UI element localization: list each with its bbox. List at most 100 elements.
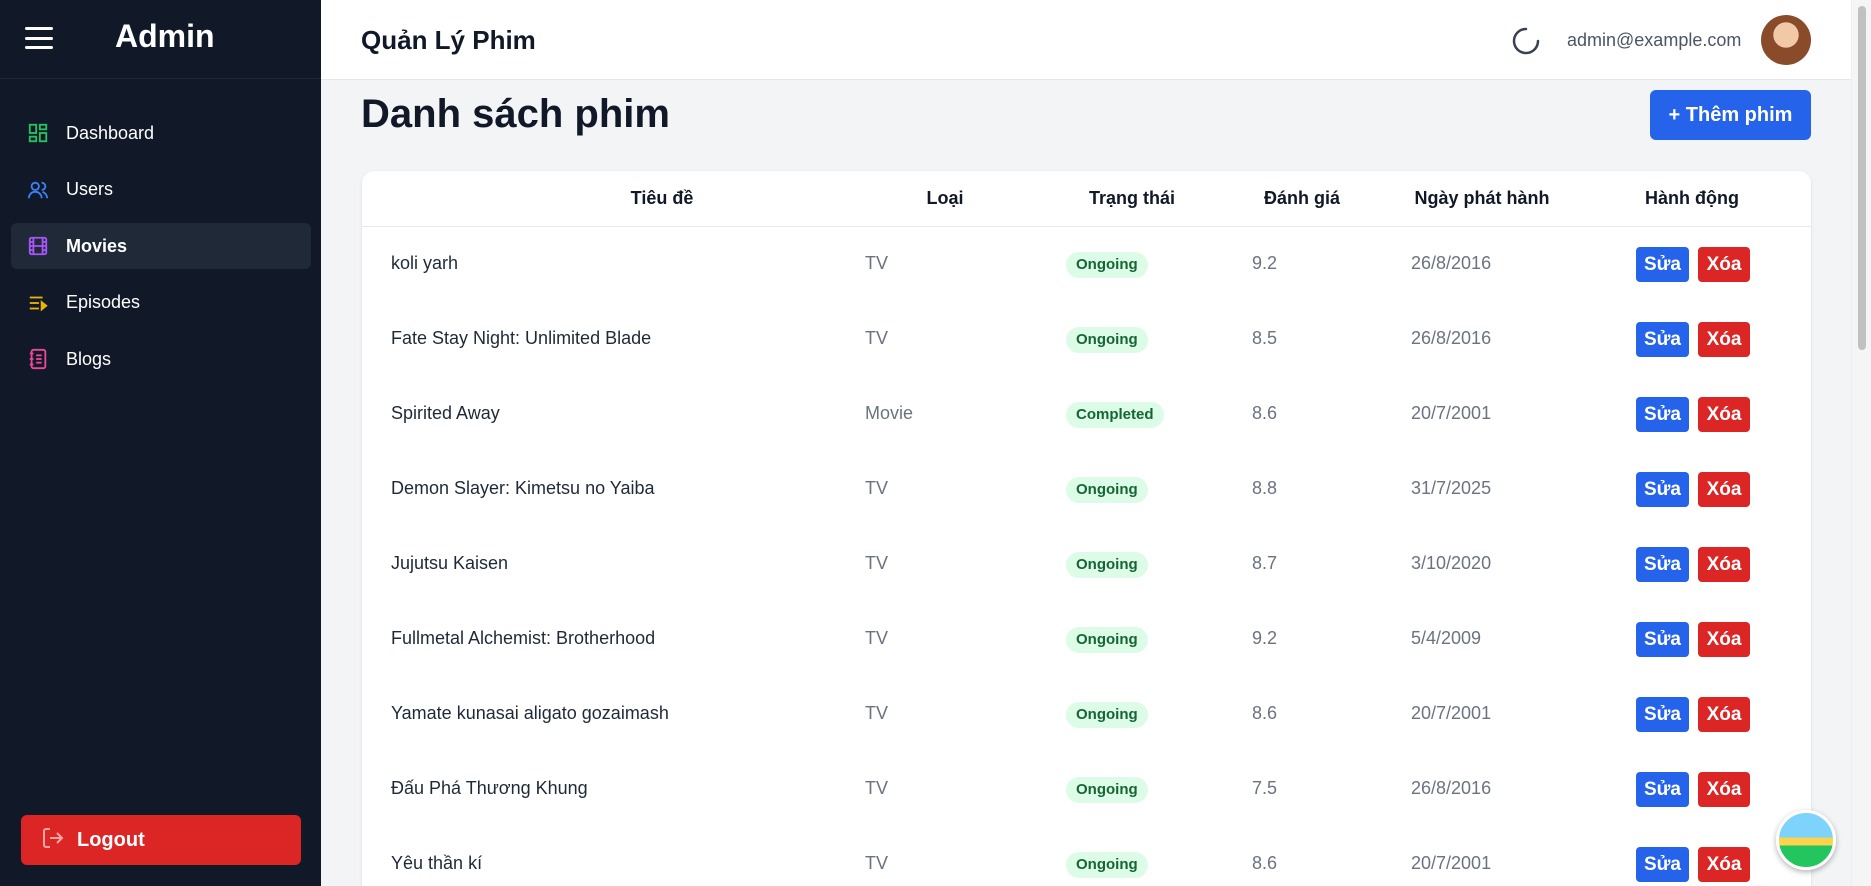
movie-title: Fullmetal Alchemist: Brotherhood <box>391 628 656 648</box>
users-icon <box>26 178 50 202</box>
table-header: Tiêu đề Loại Trạng thái Đánh giá Ngày ph… <box>362 171 1811 227</box>
sidebar-item-label: Blogs <box>66 348 112 369</box>
status-badge: Ongoing <box>1066 702 1148 728</box>
delete-button[interactable]: Xóa <box>1698 472 1750 507</box>
column-header-status: Trạng thái <box>1088 188 1175 208</box>
movie-type: TV <box>865 478 889 498</box>
movie-rating: 8.6 <box>1252 403 1278 423</box>
column-header-release-date: Ngày phát hành <box>1414 188 1550 208</box>
delete-button[interactable]: Xóa <box>1698 322 1750 357</box>
movie-type: TV <box>865 703 889 723</box>
sidebar-item-label: Episodes <box>66 292 141 312</box>
edit-button[interactable]: Sửa <box>1636 547 1689 582</box>
sidebar-item-episodes[interactable]: Episodes <box>11 280 311 326</box>
edit-button[interactable]: Sửa <box>1636 772 1689 807</box>
table-row: koli yarh TV Ongoing 9.2 26/8/2016 Sửa Xóa <box>362 227 1811 302</box>
film-icon <box>26 234 50 258</box>
floating-helper-button[interactable] <box>1776 810 1836 870</box>
edit-button[interactable]: Sửa <box>1636 472 1689 507</box>
delete-button[interactable]: Xóa <box>1698 247 1750 282</box>
movie-type: TV <box>865 853 889 873</box>
movie-title: Đấu Phá Thương Khung <box>391 778 588 798</box>
column-header-actions: Hành động <box>1645 188 1739 208</box>
table-row: Spirited Away Movie Completed 8.6 20/7/2001 S… <box>362 377 1811 452</box>
sidebar-title: Admin <box>115 18 215 54</box>
movie-rating: 8.8 <box>1252 478 1278 498</box>
delete-button[interactable]: Xóa <box>1698 547 1750 582</box>
movie-type: Movie <box>865 403 914 423</box>
table-row: Demon Slayer: Kimetsu no Yaiba TV Ongoing 8… <box>362 452 1811 527</box>
release-date: 20/7/2001 <box>1411 853 1492 873</box>
scrollbar[interactable] <box>1851 0 1871 886</box>
add-movie-button[interactable]: + Thêm phim <box>1650 90 1811 140</box>
status-badge: Ongoing <box>1066 777 1148 803</box>
movie-rating: 8.7 <box>1252 553 1278 573</box>
logout-icon <box>41 826 65 855</box>
movie-rating: 8.6 <box>1252 853 1278 873</box>
movie-rating: 9.2 <box>1252 628 1278 648</box>
movie-title: Yêu thần kí <box>391 853 483 873</box>
column-header-type: Loại <box>926 188 964 208</box>
notebook-icon <box>26 347 50 371</box>
sidebar-header: Admin <box>0 0 321 79</box>
logout-label: Logout <box>77 828 145 851</box>
edit-button[interactable]: Sửa <box>1636 847 1689 882</box>
movie-rating: 8.5 <box>1252 328 1278 348</box>
logout-button[interactable]: Logout <box>21 815 301 865</box>
delete-button[interactable]: Xóa <box>1698 622 1750 657</box>
table-row: Jujutsu Kaisen TV Ongoing 8.7 3/10/2020 Sửa Xó… <box>362 527 1811 602</box>
delete-button[interactable]: Xóa <box>1698 772 1750 807</box>
delete-button[interactable]: Xóa <box>1698 847 1750 882</box>
release-date: 26/8/2016 <box>1411 328 1492 348</box>
status-badge: Ongoing <box>1066 627 1148 653</box>
app-title: Quản Lý Phim <box>361 25 536 55</box>
movie-rating: 9.2 <box>1252 253 1278 273</box>
movie-type: TV <box>865 328 889 348</box>
movie-title: Fate Stay Night: Unlimited Blade <box>391 328 652 348</box>
edit-button[interactable]: Sửa <box>1636 247 1689 282</box>
status-badge: Ongoing <box>1066 852 1148 878</box>
release-date: 26/8/2016 <box>1411 778 1492 798</box>
sidebar-item-label: Movies <box>66 235 128 256</box>
movie-type: TV <box>865 553 889 573</box>
sidebar-item-blogs[interactable]: Blogs <box>11 336 311 382</box>
edit-button[interactable]: Sửa <box>1636 622 1689 657</box>
menu-icon[interactable] <box>25 27 53 49</box>
edit-button[interactable]: Sửa <box>1636 322 1689 357</box>
sidebar-item-movies[interactable]: Movies <box>11 223 311 269</box>
release-date: 3/10/2020 <box>1411 553 1492 573</box>
sidebar: Admin Dashboard Users Movies Episodes Bl… <box>0 0 321 886</box>
edit-button[interactable]: Sửa <box>1636 397 1689 432</box>
status-badge: Completed <box>1066 402 1164 428</box>
movie-title: Spirited Away <box>391 403 500 423</box>
table-row: Yamate kunasai aligato gozaimash TV Ongoin… <box>362 677 1811 752</box>
movie-title: Demon Slayer: Kimetsu no Yaiba <box>391 478 655 498</box>
top-bar: Quản Lý Phim admin@example.com <box>321 0 1851 80</box>
column-header-title: Tiêu đề <box>630 188 694 208</box>
status-badge: Ongoing <box>1066 327 1148 353</box>
status-badge: Ongoing <box>1066 252 1148 278</box>
table-row: Đấu Phá Thương Khung TV Ongoing 7.5 26/8/201… <box>362 752 1811 827</box>
page-title: Danh sách phim <box>361 92 670 136</box>
table-row: Fullmetal Alchemist: Brotherhood TV Ongoin… <box>362 602 1811 677</box>
sidebar-item-label: Dashboard <box>66 122 155 143</box>
sidebar-item-dashboard[interactable]: Dashboard <box>11 110 311 156</box>
edit-button[interactable]: Sửa <box>1636 697 1689 732</box>
movie-title: koli yarh <box>391 253 459 273</box>
sidebar-item-users[interactable]: Users <box>11 167 311 213</box>
release-date: 20/7/2001 <box>1411 403 1492 423</box>
movie-title: Yamate kunasai aligato gozaimash <box>391 703 669 723</box>
scrollbar-thumb[interactable] <box>1858 6 1866 350</box>
delete-button[interactable]: Xóa <box>1698 697 1750 732</box>
movie-type: TV <box>865 778 889 798</box>
release-date: 31/7/2025 <box>1411 478 1492 498</box>
table-row: Fate Stay Night: Unlimited Blade TV Ongoin… <box>362 302 1811 377</box>
movie-type: TV <box>865 253 889 273</box>
movies-table: Tiêu đề Loại Trạng thái Đánh giá Ngày ph… <box>362 171 1811 886</box>
movie-rating: 7.5 <box>1252 778 1278 798</box>
movie-rating: 8.6 <box>1252 703 1278 723</box>
user-email: admin@example.com <box>1567 30 1742 50</box>
movie-title: Jujutsu Kaisen <box>391 553 509 573</box>
delete-button[interactable]: Xóa <box>1698 397 1750 432</box>
avatar[interactable] <box>1761 15 1811 65</box>
